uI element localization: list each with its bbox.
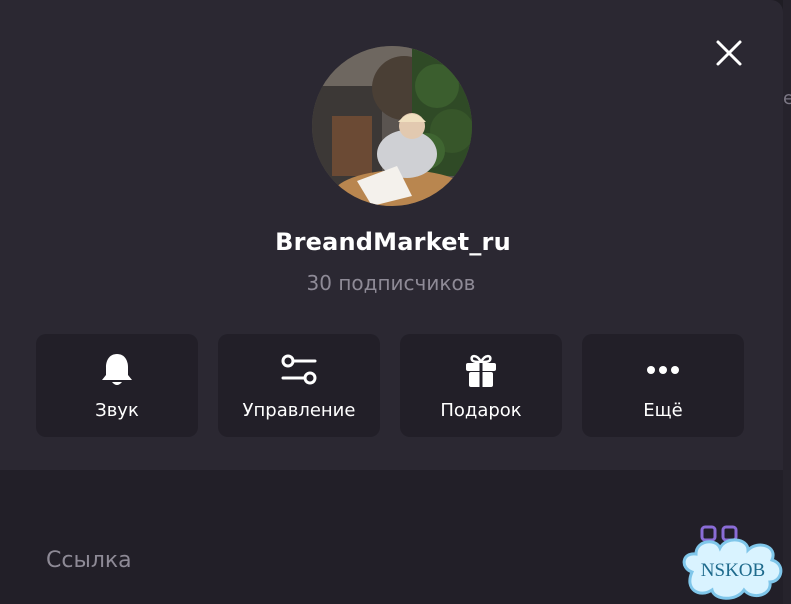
sliders-icon: [281, 354, 317, 385]
channel-info-modal: BreandMarket_ru 30 подписчиков Звук Упра…: [0, 0, 783, 604]
watermark-text: NSKOB: [701, 560, 765, 581]
sound-button-label: Звук: [95, 400, 139, 421]
channel-avatar[interactable]: [312, 46, 472, 206]
more-button-label: Ещё: [643, 400, 683, 421]
modal-header: BreandMarket_ru 30 подписчиков Звук Упра…: [0, 0, 783, 470]
close-icon: [716, 40, 742, 66]
watermark-badge: NSKOB: [682, 538, 783, 600]
manage-button[interactable]: Управление: [218, 334, 380, 437]
gift-icon: [466, 354, 496, 387]
subscriber-count: 30 подписчиков: [306, 271, 476, 295]
link-label: Ссылка: [46, 548, 132, 573]
more-dots-icon: [647, 366, 679, 374]
background-text-fragment: е: [783, 88, 791, 109]
manage-button-label: Управление: [242, 400, 356, 421]
channel-name: BreandMarket_ru: [275, 228, 511, 256]
bell-icon: [102, 354, 132, 385]
avatar-photo: [312, 46, 472, 206]
gift-button-label: Подарок: [440, 400, 522, 421]
more-button[interactable]: Ещё: [582, 334, 744, 437]
gift-button[interactable]: Подарок: [400, 334, 562, 437]
close-button[interactable]: [710, 34, 748, 72]
sound-button[interactable]: Звук: [36, 334, 198, 437]
